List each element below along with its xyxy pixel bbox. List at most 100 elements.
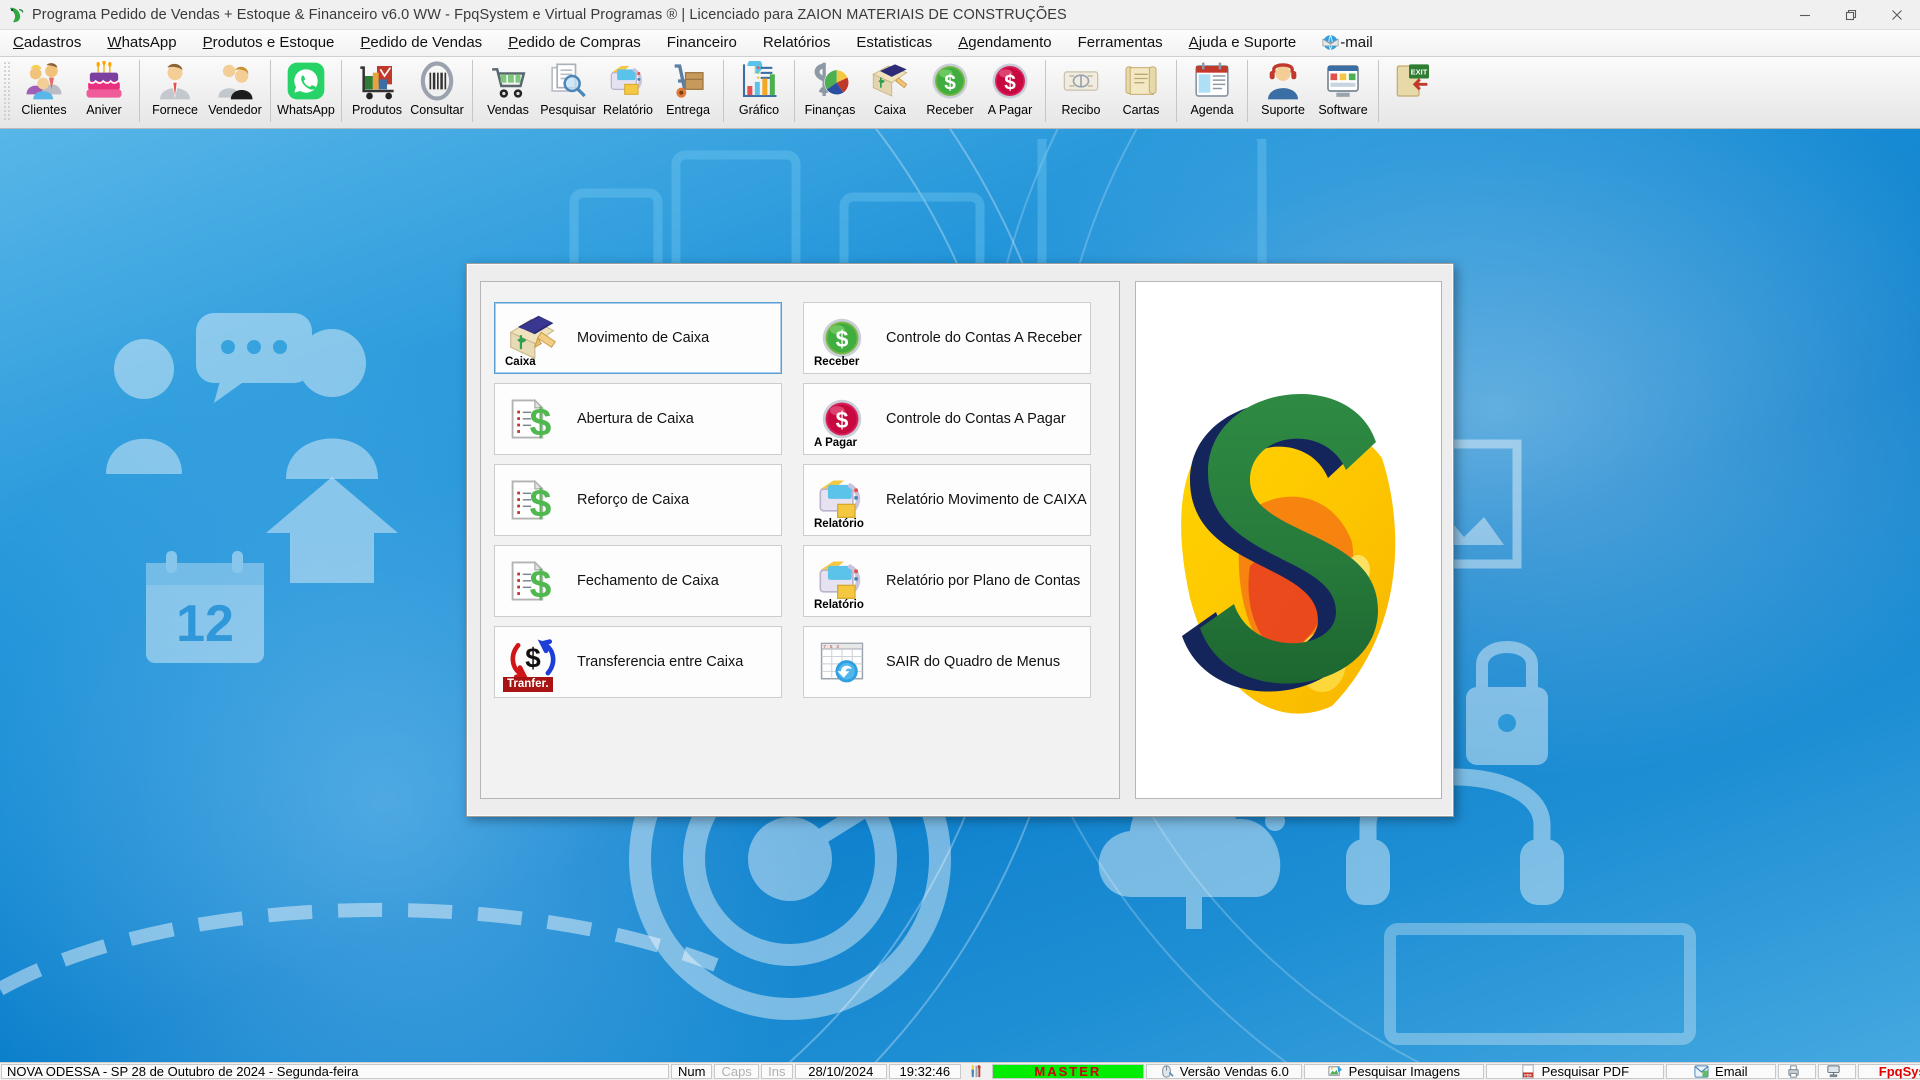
svg-text:$: $ — [836, 326, 849, 352]
menu-item-mail[interactable]: -mail — [1309, 31, 1386, 55]
toolbar-button-suporte[interactable]: Suporte — [1253, 57, 1313, 123]
toolbar-button-relat-rio[interactable]: Relatório — [598, 57, 658, 123]
red-dollar-icon: $ — [986, 60, 1034, 102]
status-date: 28/10/2024 — [794, 1064, 887, 1079]
status-fpqsystem[interactable]: FpqSystem — [1857, 1064, 1920, 1079]
toolbar-button-fornece[interactable]: Fornece — [145, 57, 205, 123]
toolbar-group: Clientes Aniver — [14, 57, 134, 123]
exit-icon: EXIT — [1390, 60, 1438, 102]
toolbar-button-label: Vendedor — [208, 103, 262, 117]
toolbar-button-label: Recibo — [1061, 103, 1101, 117]
menu-item-ferramentas[interactable]: Ferramentas — [1065, 31, 1176, 55]
toolbar-button-produtos[interactable]: Produtos — [347, 57, 407, 123]
red-dollar-icon: $ A Pagar — [810, 388, 874, 450]
menu-button-sublabel: Receber — [814, 355, 860, 368]
toolbar-button-agenda[interactable]: Agenda — [1182, 57, 1242, 123]
menu-item-produtos-e-estoque[interactable]: Produtos e Estoque — [190, 31, 348, 55]
support-user-icon — [1259, 60, 1307, 102]
svg-text:$: $ — [530, 402, 552, 445]
printer-icon — [1786, 1064, 1802, 1079]
toolbar-button-consultar[interactable]: Consultar — [407, 57, 467, 123]
menu-button-label: Relatório por Plano de Contas — [886, 573, 1081, 589]
status-search-images[interactable]: Pesquisar Imagens — [1303, 1064, 1484, 1079]
status-ins-text: Ins — [768, 1064, 786, 1079]
menu-item-cadastros[interactable]: Cadastros — [0, 31, 94, 55]
menu-button-sublabel: Caixa — [505, 355, 536, 368]
menu-item-agendamento[interactable]: Agendamento — [945, 31, 1064, 55]
menu-button-label: Abertura de Caixa — [577, 411, 694, 427]
menu-button-label: Fechamento de Caixa — [577, 573, 719, 589]
menu-button-relat-rio-movimento-de-caixa[interactable]: Relatório Relatório Movimento de CAIXA — [803, 464, 1091, 536]
cash-menu-panel: Caixa Movimento de Caixa $ Abertura de Caix… — [466, 263, 1454, 817]
toolbar-button-clientes[interactable]: Clientes — [14, 57, 74, 123]
menu-button-label: Transferencia entre Caixa — [577, 654, 744, 670]
status-search-pdf-text: Pesquisar PDF — [1541, 1064, 1630, 1079]
menu-item-relat-rios[interactable]: Relatórios — [750, 31, 844, 55]
close-button[interactable] — [1874, 0, 1920, 30]
menu-button-movimento-de-caixa[interactable]: Caixa Movimento de Caixa — [494, 302, 782, 374]
menu-item-label: Pedido de Compras — [508, 34, 641, 51]
menu-item-pedido-de-vendas[interactable]: Pedido de Vendas — [347, 31, 495, 55]
toolbar-button-label: Aniver — [86, 103, 122, 117]
menu-item-ajuda-e-suporte[interactable]: Ajuda e Suporte — [1176, 31, 1310, 55]
toolbar-button-exit[interactable]: EXIT — [1384, 57, 1444, 123]
toolbar-button-vendedor[interactable]: Vendedor — [205, 57, 265, 123]
menu-button-abertura-de-caixa[interactable]: $ Abertura de Caixa — [494, 383, 782, 455]
toolbar-grip[interactable] — [3, 61, 12, 121]
menu-button-controle-do-contas-a-receber[interactable]: $ Receber Controle do Contas A Receber — [803, 302, 1091, 374]
menu-button-sair-do-quadro-de-menus[interactable]: 7 5 3 SAIR do Quadro de Menus — [803, 626, 1091, 698]
svg-text:$: $ — [530, 483, 552, 526]
toolbar-button-whatsapp[interactable]: WhatsApp — [276, 57, 336, 123]
menu-button-fechamento-de-caixa[interactable]: $ Fechamento de Caixa — [494, 545, 782, 617]
menu-item-financeiro[interactable]: Financeiro — [654, 31, 750, 55]
status-email-text: Email — [1715, 1064, 1748, 1079]
menu-button-label: Controle do Contas A Pagar — [886, 411, 1066, 427]
toolbar-button-recibo[interactable]: Recibo — [1051, 57, 1111, 123]
window-title: Programa Pedido de Vendas + Estoque & Fi… — [32, 6, 1067, 23]
menu-item-label: Agendamento — [958, 34, 1052, 51]
toolbar-button-receber[interactable]: $ Receber — [920, 57, 980, 123]
menu-button-sublabel: Tranfer. — [503, 676, 553, 692]
menu-item-label: Ajuda e Suporte — [1188, 34, 1297, 51]
toolbar-button-pesquisar[interactable]: Pesquisar — [538, 57, 598, 123]
menu-item-label: Produtos e Estoque — [202, 34, 335, 51]
toolbar-button-gr-fico[interactable]: Gráfico — [729, 57, 789, 123]
status-fpqsystem-text: FpqSystem — [1878, 1064, 1920, 1079]
menu-item-estatisticas[interactable]: Estatisticas — [843, 31, 945, 55]
svg-text:$: $ — [836, 407, 849, 433]
main-menu-bar: Cadastros WhatsApp Produtos e Estoque Pedid… — [0, 30, 1920, 57]
network-icon — [1826, 1064, 1842, 1079]
document-dollar-icon: $ — [501, 388, 565, 450]
toolbar-separator — [723, 60, 724, 122]
email-icon — [1694, 1064, 1710, 1079]
minimize-button[interactable] — [1782, 0, 1828, 30]
menu-item-pedido-de-compras[interactable]: Pedido de Compras — [495, 31, 654, 55]
menu-button-relat-rio-por-plano-de-contas[interactable]: Relatório Relatório por Plano de Contas — [803, 545, 1091, 617]
svg-text:$: $ — [1004, 71, 1016, 94]
status-email[interactable]: Email — [1665, 1064, 1776, 1079]
toolbar-separator — [1247, 60, 1248, 122]
toolbar-button-software[interactable]: Software — [1313, 57, 1373, 123]
status-version[interactable]: Versão Vendas 6.0 — [1145, 1064, 1302, 1079]
menu-item-whatsapp[interactable]: WhatsApp — [94, 31, 189, 55]
toolbar-button-entrega[interactable]: Entrega — [658, 57, 718, 123]
toolbar-button-aniver[interactable]: Aniver — [74, 57, 134, 123]
toolbar-button-label: Vendas — [487, 103, 529, 117]
menu-button-refor-o-de-caixa[interactable]: $ Reforço de Caixa — [494, 464, 782, 536]
menu-item-label: Estatisticas — [856, 34, 933, 51]
toolbar-button-a-pagar[interactable]: $ A Pagar — [980, 57, 1040, 123]
toolbar-button-caixa[interactable]: Caixa — [860, 57, 920, 123]
maximize-button[interactable] — [1828, 0, 1874, 30]
menu-button-controle-do-contas-a-pagar[interactable]: $ A Pagar Controle do Contas A Pagar — [803, 383, 1091, 455]
svg-text:5: 5 — [830, 644, 833, 649]
toolbar-button-cartas[interactable]: Cartas — [1111, 57, 1171, 123]
menu-button-transferencia-entre-caixa[interactable]: $ Tranfer. Transferencia entre Caixa — [494, 626, 782, 698]
status-search-pdf[interactable]: PDF Pesquisar PDF — [1485, 1064, 1664, 1079]
toolbar-button-vendas[interactable]: Vendas — [478, 57, 538, 123]
toolbar-button-finan-as[interactable]: Finanças — [800, 57, 860, 123]
status-printer[interactable] — [1777, 1064, 1816, 1079]
green-dollar-icon: $ Receber — [810, 307, 874, 369]
software-icon — [1319, 60, 1367, 102]
shopping-cart-icon — [484, 60, 532, 102]
status-network[interactable] — [1817, 1064, 1856, 1079]
